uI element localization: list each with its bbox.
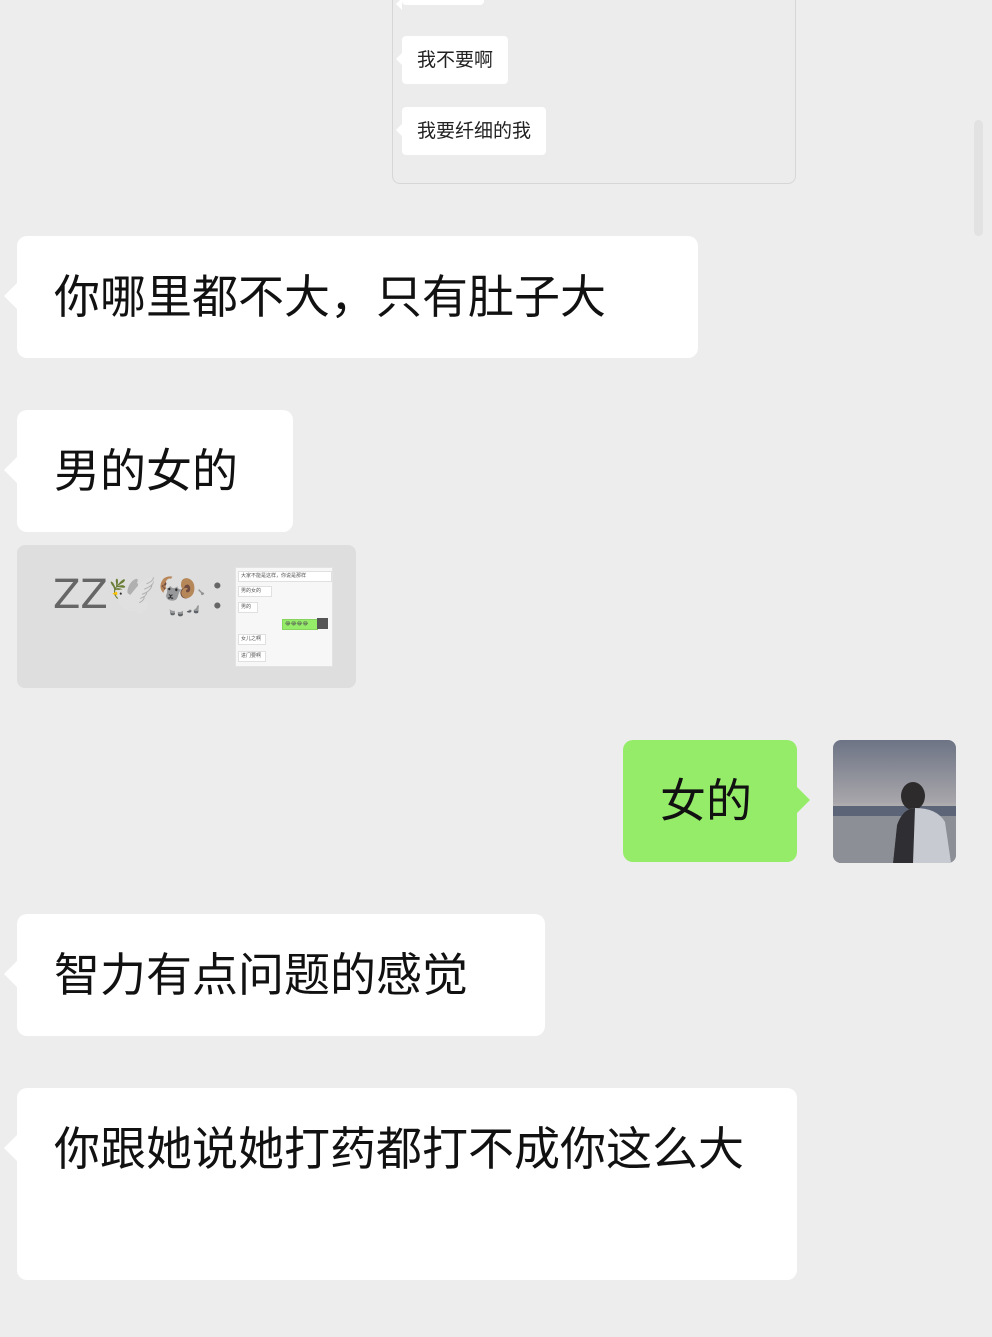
message-text: 你哪里都不大，只有肚子大 — [54, 270, 606, 324]
quoted-message: 我要纤细的我 — [395, 107, 547, 155]
thumb-line: 😂😂😂😂 — [282, 619, 318, 630]
incoming-message-bubble[interactable]: 你跟她说她打药都打不成你这么大 — [4, 1088, 797, 1280]
message-text: 女的 — [660, 774, 752, 828]
scrollbar[interactable] — [974, 120, 983, 236]
outgoing-message-bubble[interactable]: 女的 — [623, 740, 810, 862]
thumb-line: 女儿之啊 — [238, 634, 266, 645]
user-avatar[interactable] — [833, 740, 956, 863]
incoming-message-bubble[interactable]: 你哪里都不大，只有肚子大 — [4, 236, 698, 358]
shared-image-card[interactable]: ZZ🕊️🐏： 大家不能是这样，你说是那样 男的女的 男的 😂😂😂😂 女儿之啊 进… — [17, 545, 356, 688]
avatar-photo — [833, 740, 956, 863]
quoted-message: 我不要啊 — [395, 36, 509, 84]
quoted-message-partial — [396, 0, 484, 10]
quoted-screenshot-card[interactable]: 我不要啊 我要纤细的我 — [392, 0, 796, 184]
card-caption: ZZ🕊️🐏： — [53, 572, 248, 618]
thumb-line: 进门要啊 — [238, 651, 266, 662]
incoming-message-bubble[interactable]: 智力有点问题的感觉 — [4, 914, 545, 1036]
thumb-avatar — [317, 618, 328, 629]
thumb-line: 男的 — [238, 602, 258, 613]
message-text: 智力有点问题的感觉 — [54, 948, 468, 1002]
incoming-message-bubble[interactable]: 男的女的 — [4, 410, 293, 532]
thumb-line: 大家不能是这样，你说是那样 — [238, 571, 332, 582]
message-text: 男的女的 — [54, 444, 238, 498]
message-text: 你跟她说她打药都打不成你这么大 — [54, 1122, 744, 1176]
thumb-line: 男的女的 — [238, 586, 272, 597]
chat-screenshot-thumbnail: 大家不能是这样，你说是那样 男的女的 男的 😂😂😂😂 女儿之啊 进门要啊 — [235, 567, 333, 667]
